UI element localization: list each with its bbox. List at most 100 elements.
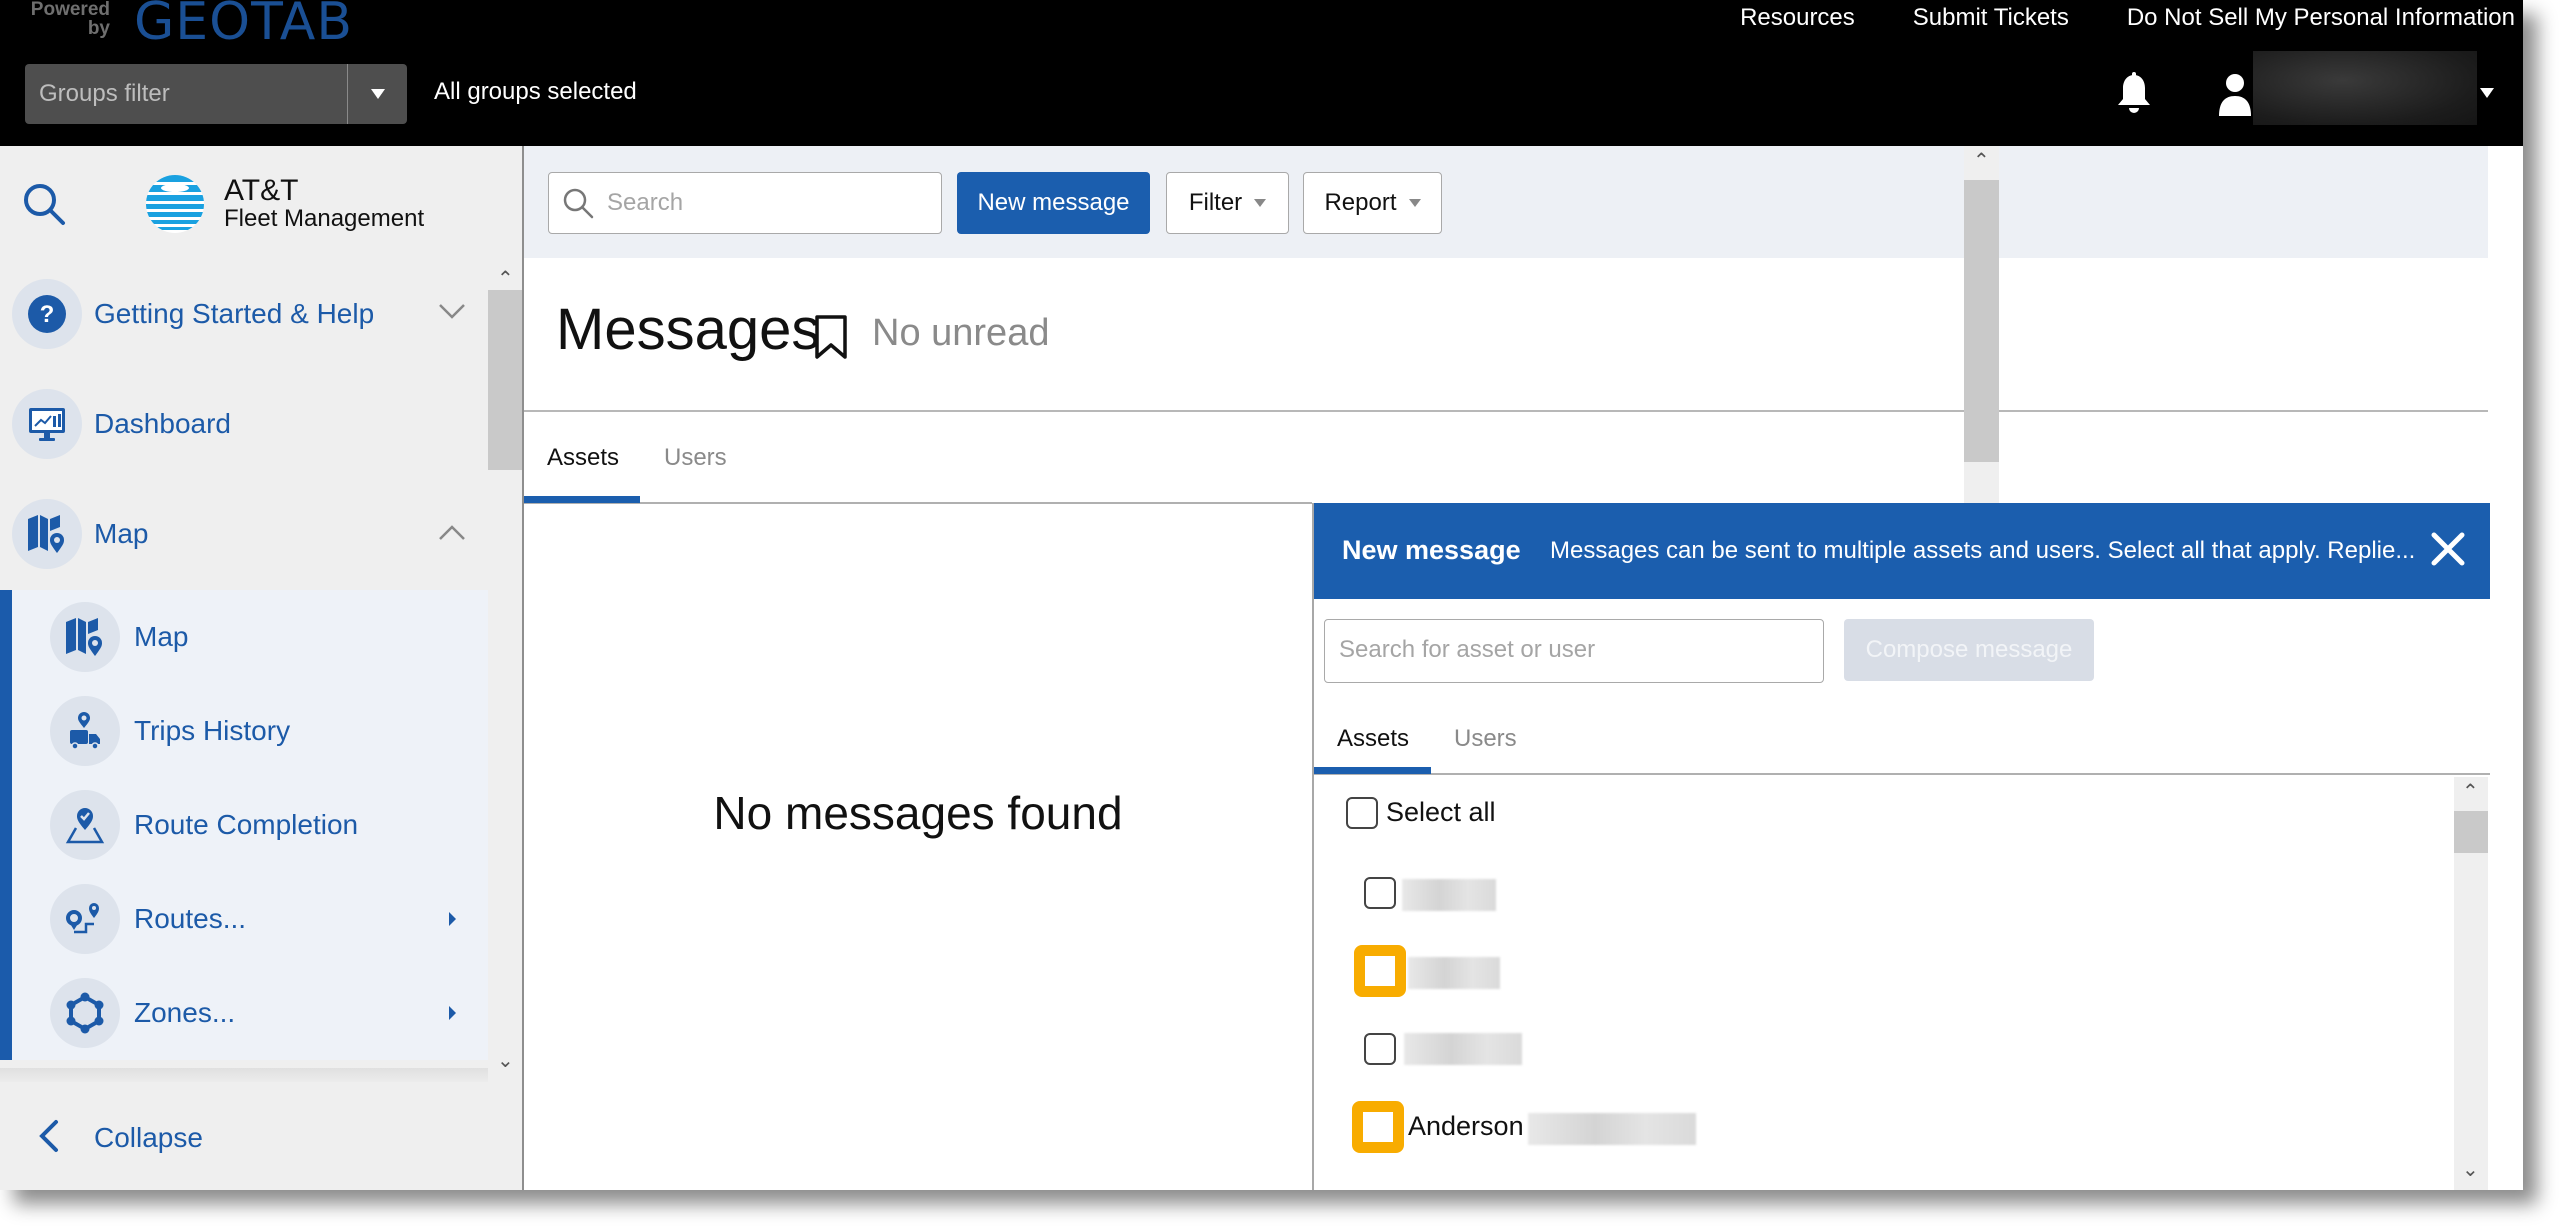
select-all-checkbox[interactable] (1346, 797, 1378, 829)
asset-list-scrollbar[interactable]: ⌃ ⌄ (2454, 777, 2488, 1190)
bell-icon[interactable] (2115, 72, 2153, 116)
scrollbar-thumb[interactable] (2454, 811, 2488, 853)
top-links: Resources Submit Tickets Do Not Sell My … (1740, 4, 2515, 32)
app-window: Powered by GEOTAB Resources Submit Ticke… (0, 0, 2523, 1190)
chevron-left-icon (39, 1120, 58, 1152)
scroll-up-icon[interactable]: ⌃ (1973, 148, 1990, 173)
list-item[interactable] (1314, 1011, 2454, 1081)
sidebar-item-map[interactable]: Map (0, 484, 488, 584)
do-not-sell-link[interactable]: Do Not Sell My Personal Information (2127, 4, 2515, 32)
redacted-name (1402, 879, 1496, 911)
asset-list: Select all Anderson (1314, 777, 2454, 1190)
svg-text:?: ? (40, 301, 55, 328)
new-message-header: New message Messages can be sent to mult… (1314, 503, 2490, 599)
groups-filter-dropdown-button[interactable] (347, 64, 407, 124)
map-submenu: Map Trips History Route Completion Route… (0, 590, 488, 1060)
search-icon (563, 188, 594, 219)
scroll-up-icon[interactable]: ⌃ (2462, 779, 2479, 804)
nav-icon-circle (50, 790, 120, 860)
caret-down-icon (1408, 199, 1421, 207)
new-message-button[interactable]: New message (957, 172, 1150, 234)
sidebar-scrollbar[interactable]: ⌃ ⌄ (488, 260, 522, 1080)
map-icon (66, 618, 102, 656)
scroll-down-icon[interactable]: ⌄ (2462, 1157, 2479, 1182)
compose-tabs: Assets Users (1314, 703, 2490, 775)
select-all-row[interactable]: Select all (1314, 777, 2454, 847)
trips-history-icon (70, 712, 100, 750)
submenu-item-label: Routes... (134, 903, 247, 934)
filter-button[interactable]: Filter (1166, 172, 1289, 234)
caret-right-icon (449, 1006, 456, 1020)
caret-down-icon (2480, 88, 2494, 98)
route-completion-icon (65, 808, 105, 844)
submenu-item-map[interactable]: Map (0, 590, 488, 684)
att-globe-logo (146, 175, 204, 233)
submenu-item-route-completion[interactable]: Route Completion (0, 778, 488, 872)
redacted-name (1528, 1113, 1696, 1145)
user-icon[interactable] (2217, 72, 2253, 116)
scrollbar-thumb[interactable] (1964, 180, 1999, 462)
search-input[interactable] (607, 189, 927, 217)
resources-link[interactable]: Resources (1740, 4, 1855, 32)
sidebar-item-label: Dashboard (94, 408, 231, 439)
toolbar: New message Filter Report (524, 146, 2488, 258)
submenu-item-label: Map (134, 621, 189, 652)
new-message-title: New message (1342, 535, 1521, 565)
sidebar-item-getting-started[interactable]: ? Getting Started & Help (0, 264, 488, 364)
collapse-button[interactable]: Collapse (0, 1092, 488, 1182)
asset-user-search-field[interactable] (1324, 619, 1824, 683)
search-field[interactable] (548, 172, 942, 234)
asset-checkbox[interactable] (1352, 1101, 1404, 1153)
asset-checkbox[interactable] (1364, 1033, 1396, 1065)
groups-filter[interactable]: Groups filter (25, 64, 407, 124)
tab-assets[interactable]: Assets (547, 444, 619, 472)
empty-state: No messages found (524, 506, 1312, 1190)
sidebar-item-label: Map (94, 518, 149, 549)
submenu-item-label: Trips History (134, 715, 291, 746)
user-menu-dropdown[interactable] (2480, 88, 2494, 98)
top-header: Powered by GEOTAB Resources Submit Ticke… (0, 0, 2523, 146)
asset-checkbox[interactable] (1364, 877, 1396, 909)
list-item[interactable] (1314, 933, 2454, 1003)
search-icon[interactable] (20, 180, 68, 228)
nav-icon-circle: ? (12, 279, 82, 349)
empty-message: No messages found (713, 787, 1123, 839)
nav-icon-circle (50, 978, 120, 1048)
submenu-item-routes[interactable]: Routes... (0, 872, 488, 966)
nav-icon-circle (50, 696, 120, 766)
sidebar-item-dashboard[interactable]: Dashboard (0, 374, 488, 474)
caret-down-icon (1254, 199, 1267, 207)
user-name-redacted[interactable] (2253, 51, 2477, 125)
list-item[interactable] (1314, 855, 2454, 925)
close-icon[interactable] (2428, 529, 2468, 569)
submit-tickets-link[interactable]: Submit Tickets (1913, 4, 2069, 32)
zones-icon (66, 992, 104, 1034)
sidebar-divider (0, 1068, 488, 1082)
scroll-up-icon[interactable]: ⌃ (497, 266, 514, 291)
report-button[interactable]: Report (1303, 172, 1442, 234)
scrollbar-thumb[interactable] (488, 290, 522, 470)
nav-icon-circle (12, 389, 82, 459)
bookmark-icon[interactable] (813, 314, 849, 360)
list-item[interactable]: Anderson (1314, 1089, 2454, 1159)
compose-tab-assets[interactable]: Assets (1337, 725, 1409, 753)
submenu-item-trips-history[interactable]: Trips History (0, 684, 488, 778)
new-message-description: Messages can be sent to multiple assets … (1550, 537, 2416, 564)
asset-checkbox[interactable] (1354, 945, 1406, 997)
submenu-item-zones[interactable]: Zones... (0, 966, 488, 1060)
groups-filter-label: Groups filter (39, 80, 170, 107)
sidebar: AT&T Fleet Management ? Getting Started … (0, 146, 524, 1190)
compose-tab-users[interactable]: Users (1454, 725, 1517, 753)
asset-user-search-input[interactable] (1339, 620, 1809, 680)
nav-icon-circle (50, 884, 120, 954)
tab-users[interactable]: Users (664, 444, 727, 472)
groups-status: All groups selected (434, 78, 637, 105)
page-title: Messages (556, 297, 821, 362)
compose-message-button[interactable]: Compose message (1844, 619, 2094, 681)
new-message-panel: New message Messages can be sent to mult… (1312, 503, 2490, 1190)
scroll-down-icon[interactable]: ⌄ (497, 1048, 514, 1073)
active-tab-indicator (524, 496, 640, 503)
routes-icon (66, 903, 99, 934)
chevron-down-icon (439, 304, 465, 319)
powered-by-label: Powered by (30, 0, 110, 39)
